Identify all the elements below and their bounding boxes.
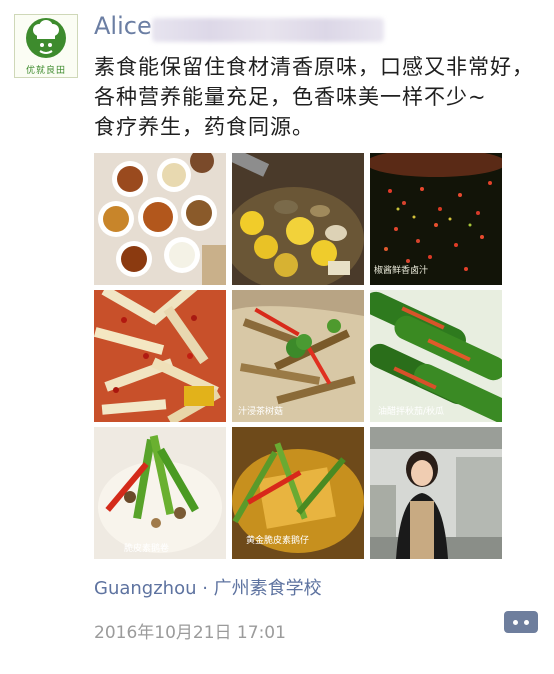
avatar-text: 优就良田: [25, 66, 66, 76]
corn-mushroom-soup-image: [232, 153, 364, 285]
post-timestamp: 2016年10月21日 17:01: [94, 623, 286, 643]
photo-rice-noodle[interactable]: 脆皮素鹅卷: [94, 427, 226, 559]
photo-mushroom-noodle[interactable]: 汁浸茶树菇: [232, 290, 364, 422]
post-line: 食疗养生，药食同源。: [94, 115, 314, 139]
post-location[interactable]: Guangzhou · 广州素食学校: [94, 574, 322, 600]
cucumber-dish-image: 油醋拌秋茄/秋瓜: [370, 290, 502, 422]
post-line: 素食能保留住食材清香原味，口感又非常好，: [94, 55, 534, 79]
photo-tofu-greens[interactable]: 黄金脆皮素鹅仔: [232, 427, 364, 559]
pepper-jelly-image: 椒酱鲜香卤汁: [370, 153, 502, 285]
dishes-assortment-image: [94, 153, 226, 285]
photo-caption: 汁浸茶树菇: [238, 405, 283, 417]
tofu-greens-image: 黄金脆皮素鹅仔: [232, 427, 364, 559]
photo-caption: 油醋拌秋茄/秋瓜: [378, 405, 444, 417]
photo-chili-bamboo-shoots[interactable]: [94, 290, 226, 422]
comment-dots-icon[interactable]: [504, 611, 538, 633]
dot: [524, 619, 529, 625]
photo-caption: 椒酱鲜香卤汁: [374, 264, 428, 276]
post-line: 各种营养能量充足，色香味美一样不少~: [94, 85, 487, 109]
avatar[interactable]: 优就良田: [14, 14, 78, 78]
mushroom-noodle-image: 汁浸茶树菇: [232, 290, 364, 422]
chef-hat-icon: [26, 18, 66, 58]
photo-caption: 脆皮素鹅卷: [124, 542, 169, 554]
photo-dishes-assortment[interactable]: [94, 153, 226, 285]
dot: [513, 619, 518, 625]
photo-grid: 椒酱鲜香卤汁 汁浸茶树菇 油醋拌秋茄/秋瓜 脆皮素鹅卷 黄金脆皮素鹅仔: [94, 153, 504, 559]
post-text: 素食能保留住食材清香原味，口感又非常好， 各种营养能量充足，色香味美一样不少~ …: [94, 52, 534, 142]
chili-bamboo-shoots-image: [94, 290, 226, 422]
redacted-name: [152, 18, 384, 42]
post-username[interactable]: Alice: [94, 12, 152, 40]
photo-pepper-jelly[interactable]: 椒酱鲜香卤汁: [370, 153, 502, 285]
photo-caption: 黄金脆皮素鹅仔: [246, 534, 309, 546]
photo-chef-kitchen[interactable]: [370, 427, 502, 559]
photo-corn-mushroom-soup[interactable]: [232, 153, 364, 285]
chef-kitchen-image: [370, 427, 502, 559]
rice-noodle-image: 脆皮素鹅卷: [94, 427, 226, 559]
photo-cucumber-dish[interactable]: 油醋拌秋茄/秋瓜: [370, 290, 502, 422]
